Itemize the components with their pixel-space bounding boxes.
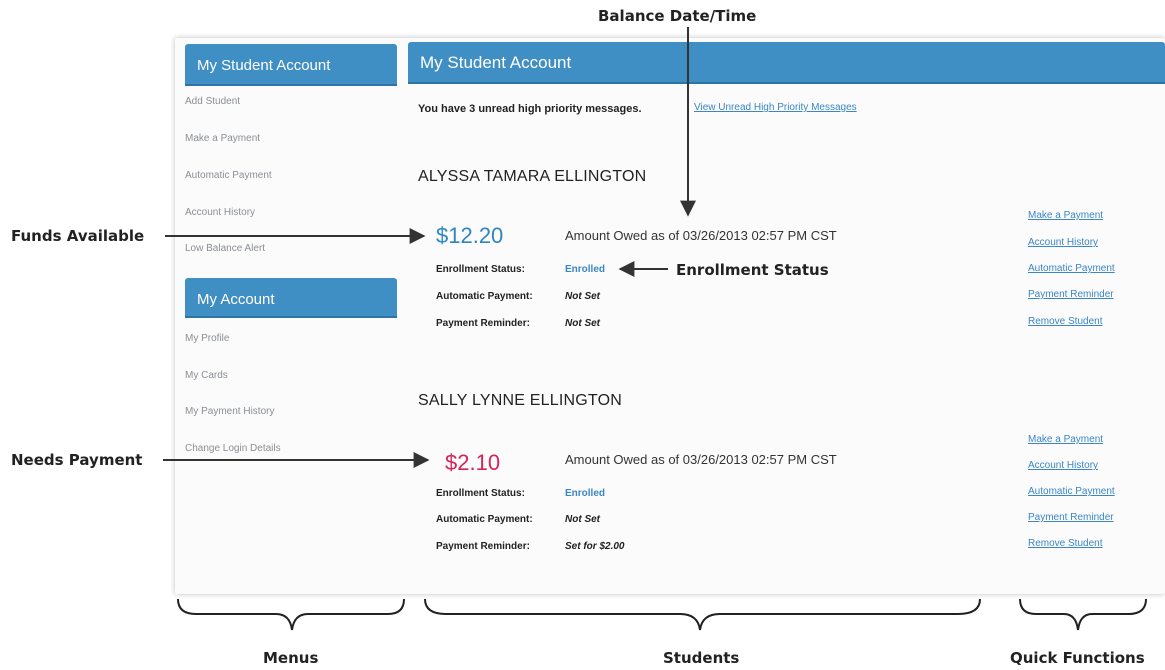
enrollment-status-callout: Enrollment Status [676, 261, 829, 279]
quick-functions-brace [1019, 598, 1147, 631]
menus-callout: Menus [263, 649, 319, 667]
quick-functions-callout: Quick Functions [1010, 649, 1145, 667]
annotation-overlay [163, 27, 1147, 631]
students-callout: Students [663, 649, 740, 667]
needs-payment-callout: Needs Payment [11, 451, 143, 469]
menus-brace [177, 598, 405, 631]
balance-datetime-callout: Balance Date/Time [598, 7, 757, 25]
funds-available-callout: Funds Available [11, 227, 145, 245]
students-brace [424, 598, 981, 631]
